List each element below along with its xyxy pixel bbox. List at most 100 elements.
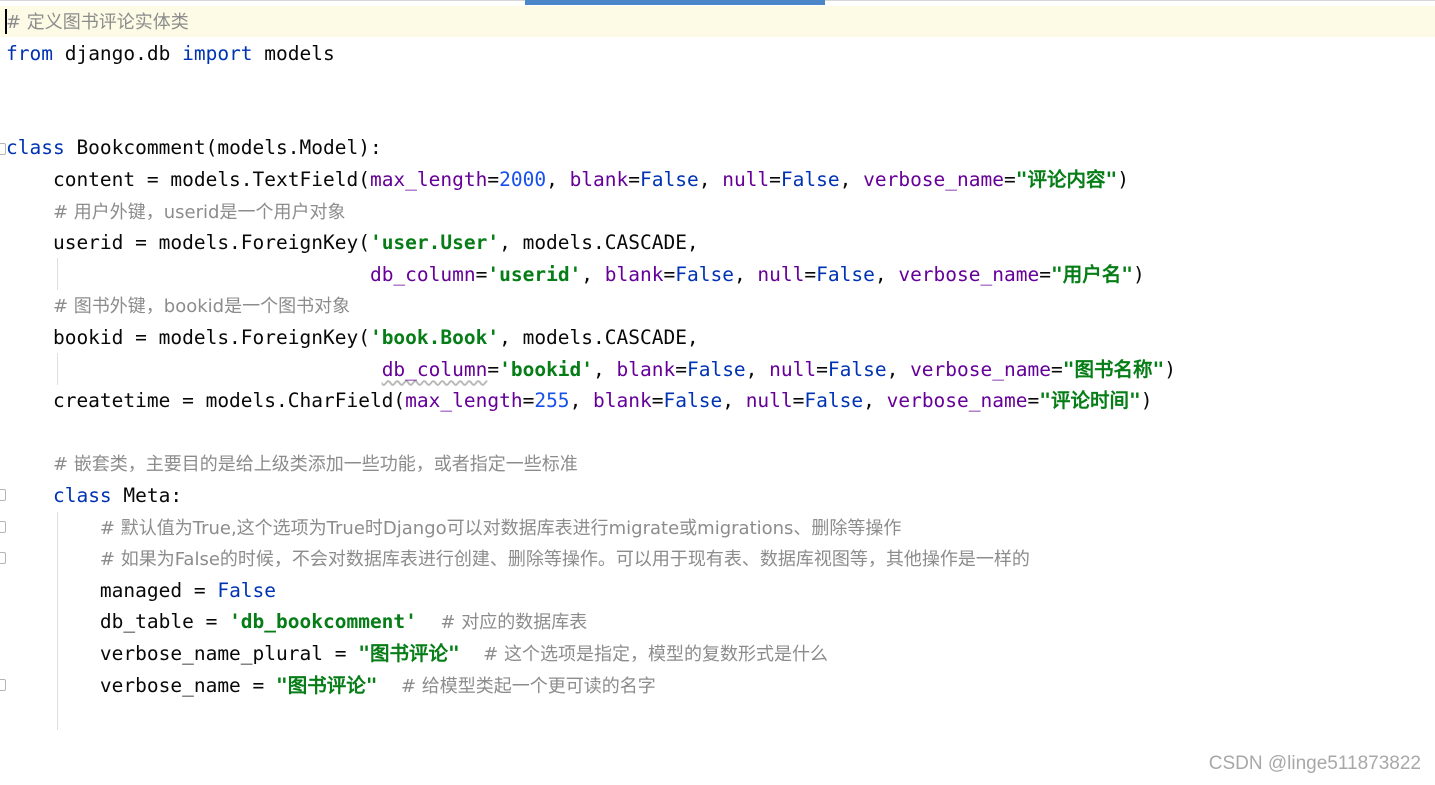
code-token: False (816, 262, 875, 286)
code-line[interactable]: verbose_name = "图书评论" # 给模型类起一个更可读的名字 (6, 671, 656, 701)
code-line[interactable]: verbose_name_plural = "图书评论" # 这个选项是指定，模… (6, 639, 828, 669)
code-token: "图书评论" (358, 642, 460, 665)
code-token: bookid = models.ForeignKey( (6, 326, 370, 349)
watermark-text: CSDN @linge511873822 (1208, 753, 1421, 774)
code-token: # 对应的数据库表 (440, 612, 588, 634)
code-line[interactable]: # 默认值为True,这个选项为True时Django可以对数据库表进行migr… (6, 513, 902, 543)
code-token: = (651, 389, 664, 413)
code-token: = (1039, 262, 1051, 286)
code-line[interactable]: # 用户外键，userid是一个用户对象 (6, 197, 346, 227)
code-token: # 给模型类起一个更可读的名字 (401, 675, 656, 697)
code-line[interactable]: createtime = models.CharField(max_length… (6, 386, 1153, 416)
code-token: "图书评论" (276, 673, 378, 697)
code-token: = (675, 357, 687, 381)
code-token: class (52, 484, 112, 507)
code-token: "用户名" (1050, 262, 1133, 286)
code-token: False (217, 578, 277, 602)
code-line[interactable]: managed = False (6, 576, 276, 606)
code-token: max_length (405, 389, 523, 413)
code-editor[interactable]: # 定义图书评论实体类 from django.db import models c… (0, 0, 1435, 785)
horizontal-scroll-thumb[interactable] (525, 0, 825, 5)
code-token: "图书名称" (1062, 357, 1165, 381)
code-token: blank (569, 168, 629, 191)
code-token: verbose_name_plural = (6, 642, 359, 665)
code-token: null (757, 262, 805, 286)
code-token: , (886, 357, 911, 381)
code-token: db_column (369, 262, 476, 286)
code-token: , (722, 389, 746, 413)
code-token: , models.CASCADE, (499, 326, 699, 349)
code-token: , (839, 168, 864, 191)
code-token: verbose_name (886, 389, 1028, 413)
code-token: verbose_name (898, 262, 1040, 286)
code-token: , (593, 357, 617, 381)
code-line[interactable]: class Meta: (6, 481, 182, 511)
code-line[interactable]: # 嵌套类，主要目的是给上级类添加一些功能，或者指定一些标准 (6, 449, 578, 479)
code-token: = (475, 262, 488, 286)
code-line[interactable]: from django.db import models (6, 39, 335, 69)
code-token: Meta: (111, 484, 183, 507)
code-line[interactable]: db_column='userid', blank=False, null=Fa… (6, 260, 1145, 290)
code-token: = (816, 357, 828, 381)
text-caret (5, 9, 7, 34)
code-token: db_table = (6, 610, 230, 634)
code-token: # 默认值为True,这个选项为True时Django可以对数据库表进行migr… (99, 517, 902, 539)
code-token: = (628, 168, 641, 191)
code-token: False (675, 262, 734, 286)
code-line[interactable]: # 如果为False的时候，不会对数据库表进行创建、删除等操作。可以用于现有表、… (6, 544, 1030, 574)
code-line[interactable]: userid = models.ForeignKey('user.User', … (6, 228, 699, 258)
code-token: # 图书外键，bookid是一个图书对象 (52, 296, 351, 318)
code-token: False (780, 168, 840, 191)
code-token: null (769, 357, 817, 381)
current-line-highlight (0, 6, 1435, 37)
code-token: = (487, 357, 500, 381)
code-line[interactable]: # 图书外键，bookid是一个图书对象 (6, 291, 350, 321)
code-token: django.db (52, 41, 183, 65)
code-token: 2000 (499, 168, 547, 191)
code-token: = (1050, 357, 1063, 381)
code-token: # 定义图书评论实体类 (6, 12, 189, 33)
code-token: "评论内容" (1015, 168, 1118, 191)
code-token: max_length (369, 168, 488, 191)
code-token: , (581, 262, 605, 286)
code-token: # 如果为False的时候，不会对数据库表进行创建、删除等操作。可以用于现有表、… (99, 549, 1030, 571)
code-line[interactable]: content = models.TextField(max_length = 20… (6, 165, 1129, 195)
code-line[interactable]: db_table = 'db_bookcomment' # 对应的数据库表 (6, 607, 587, 637)
code-token: = (792, 389, 805, 413)
code-line[interactable]: db_column='bookid', blank=False, null=Fa… (6, 355, 1176, 385)
code-token: ) (1117, 168, 1129, 191)
code-token: 'db_bookcomment' (229, 610, 417, 634)
code-token: , models.CASCADE, (499, 231, 699, 255)
code-token: 'user.User' (369, 231, 500, 255)
code-token: managed = (6, 578, 218, 602)
code-token: , (863, 389, 887, 413)
code-token: False (804, 389, 864, 413)
code-token: = (804, 262, 817, 286)
code-token: , (745, 357, 770, 381)
code-line[interactable]: bookid = models.ForeignKey('book.Book', … (6, 323, 699, 353)
code-token: False (827, 357, 887, 381)
code-token: 'bookid' (499, 357, 594, 381)
code-token: False (663, 389, 723, 413)
code-token: verbose_name (863, 168, 1004, 191)
code-token: verbose_name = (6, 673, 277, 697)
code-token: False (686, 357, 746, 381)
code-line[interactable]: # 定义图书评论实体类 (6, 7, 189, 37)
code-token: ) (1140, 389, 1153, 413)
code-token: null (745, 389, 793, 413)
code-token: userid = models.ForeignKey( (6, 231, 370, 255)
code-line[interactable]: class Bookcomment(models.Model): (6, 133, 382, 163)
code-token: content = models.TextField( (6, 168, 370, 191)
code-token: Bookcomment(models.Model): (64, 136, 382, 160)
code-token: # 这个选项是指定，模型的复数形式是什么 (483, 644, 828, 665)
code-token: , (569, 389, 594, 413)
